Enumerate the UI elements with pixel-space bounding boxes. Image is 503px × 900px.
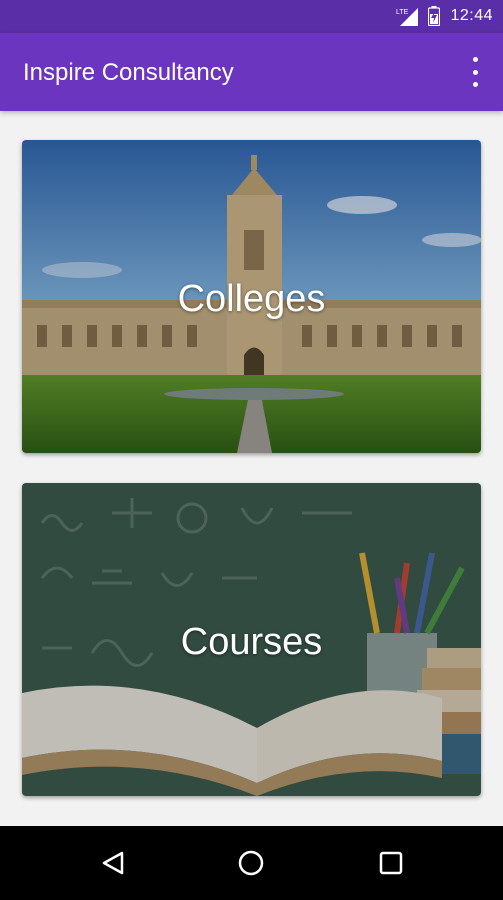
home-icon[interactable] xyxy=(234,846,268,880)
signal-lte-icon: LTE xyxy=(396,6,419,26)
svg-text:LTE: LTE xyxy=(396,9,409,16)
courses-label: Courses xyxy=(180,621,323,663)
more-vert-icon[interactable] xyxy=(461,57,489,87)
recents-icon[interactable] xyxy=(374,846,408,880)
app-bar: Inspire Consultancy xyxy=(0,33,503,111)
colleges-card[interactable]: Colleges xyxy=(22,140,481,453)
back-icon[interactable] xyxy=(96,846,130,880)
status-icons: LTE 12:44 xyxy=(396,6,493,26)
overflow-dot xyxy=(472,57,478,62)
battery-icon xyxy=(428,6,441,26)
colleges-label: Colleges xyxy=(177,278,326,320)
courses-card[interactable]: Courses xyxy=(22,483,481,796)
status-time: 12:44 xyxy=(450,7,493,24)
status-bar: LTE 12:44 xyxy=(0,0,503,33)
overflow-dot xyxy=(472,82,478,87)
app-title: Inspire Consultancy xyxy=(23,59,234,86)
navigation-bar xyxy=(0,826,503,900)
overflow-dot xyxy=(472,69,478,75)
